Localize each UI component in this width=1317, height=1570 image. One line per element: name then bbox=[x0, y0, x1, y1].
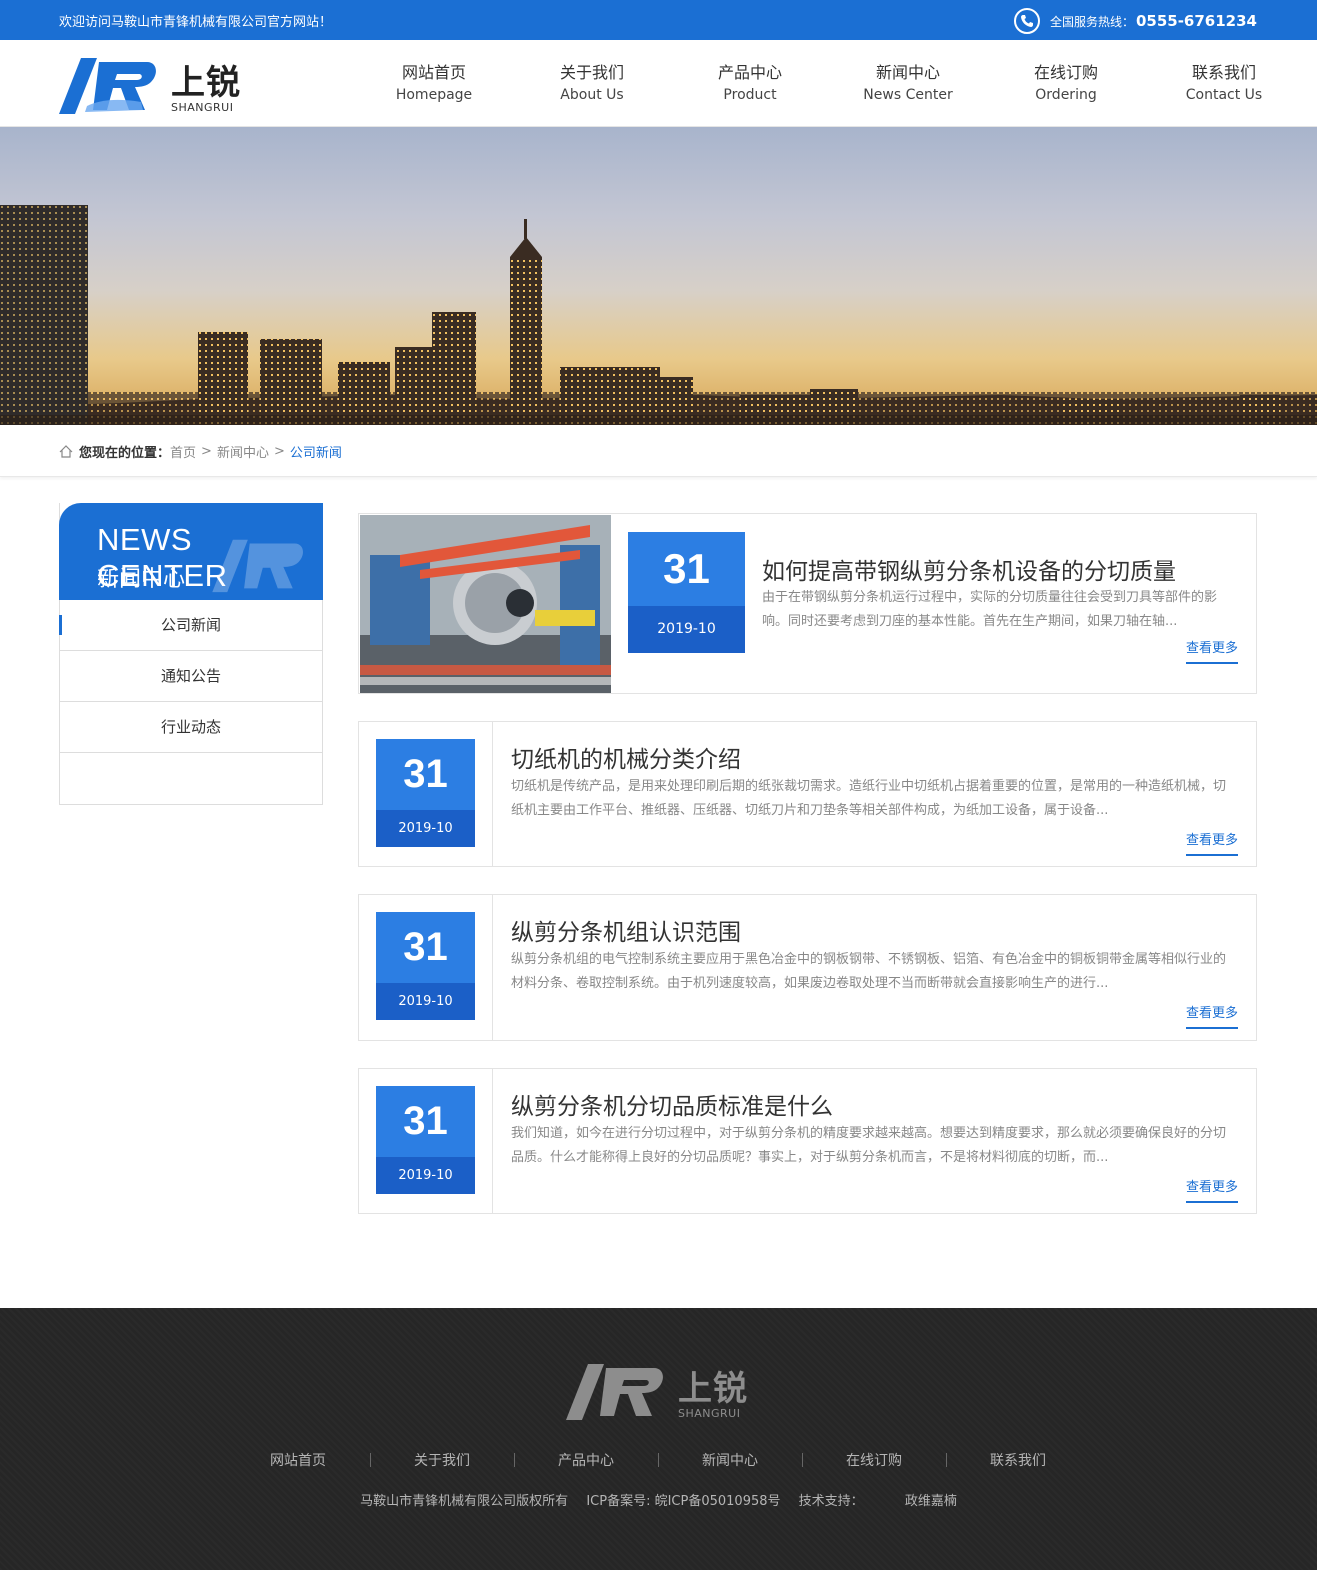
footer-logo-cn: 上锐 bbox=[678, 1369, 748, 1409]
nav-item-ordering[interactable]: 在线订购 Ordering bbox=[987, 62, 1145, 106]
welcome-text: 欢迎访问马鞍山市青锋机械有限公司官方网站！ bbox=[59, 15, 333, 30]
footer-nav-ordering[interactable]: 在线订购 bbox=[802, 1450, 946, 1470]
nav-item-news[interactable]: 新闻中心 News Center bbox=[829, 62, 987, 106]
nav-label-en: Product bbox=[723, 87, 777, 103]
news-summary: 纵剪分条机组的电气控制系统主要应用于黑色冶金中的钢板钢带、不锈钢板、铝箔、有色冶… bbox=[511, 952, 1227, 991]
breadcrumb-separator: > bbox=[201, 444, 212, 459]
nav-item-contact[interactable]: 联系我们 Contact Us bbox=[1145, 62, 1303, 106]
divider bbox=[492, 722, 493, 866]
nav-label-en: News Center bbox=[863, 87, 953, 103]
footer-nav-product[interactable]: 产品中心 bbox=[514, 1450, 658, 1470]
news-title[interactable]: 切纸机的机械分类介绍 bbox=[511, 740, 741, 774]
nav-item-about[interactable]: 关于我们 About Us bbox=[513, 62, 671, 106]
sidebar-header: NEWS CENTER 新闻中心 bbox=[59, 503, 323, 600]
nav-label-cn: 网站首页 bbox=[401, 63, 466, 82]
breadcrumb-home[interactable]: 首页 bbox=[170, 442, 196, 461]
news-title[interactable]: 纵剪分条机组认识范围 bbox=[511, 913, 741, 947]
news-date: 31 2019-10 bbox=[376, 912, 475, 1020]
sidebar-item-notices[interactable]: 通知公告 bbox=[60, 651, 322, 702]
news-thumbnail[interactable] bbox=[360, 515, 611, 693]
footer: 上锐 SHANGRUI 网站首页 关于我们 产品中心 新闻中心 在线订购 联系我… bbox=[0, 1308, 1317, 1570]
news-year-month: 2019-10 bbox=[376, 810, 475, 847]
footer-nav-about[interactable]: 关于我们 bbox=[370, 1450, 514, 1470]
news-day: 31 bbox=[376, 1086, 475, 1157]
footer-logo-mark bbox=[566, 1364, 663, 1420]
hotline-label: 全国服务热线： bbox=[1049, 14, 1134, 29]
nav-item-home[interactable]: 网站首页 Homepage bbox=[355, 62, 513, 106]
nav-label-cn: 产品中心 bbox=[717, 63, 782, 82]
logo-en: SHANGRUI bbox=[171, 101, 234, 114]
nav-label-cn: 关于我们 bbox=[559, 63, 624, 82]
banner-city-skyline bbox=[0, 127, 1317, 425]
footer-nav: 网站首页 关于我们 产品中心 新闻中心 在线订购 联系我们 bbox=[226, 1450, 1090, 1470]
icp-number[interactable]: ICP备案号: 皖ICP备05010958号 bbox=[586, 1494, 780, 1509]
copyright: 马鞍山市青锋机械有限公司版权所有 ICP备案号: 皖ICP备05010958号 … bbox=[0, 1490, 1317, 1509]
news-item[interactable]: 31 2019-10 纵剪分条机组认识范围 纵剪分条机组的电气控制系统主要应用于… bbox=[358, 894, 1257, 1041]
news-summary: 我们知道，如今在进行分切过程中，对于纵剪分条机的精度要求越来越高。想要达到精度要… bbox=[511, 1126, 1227, 1165]
support-name[interactable]: 政维嘉楠 bbox=[905, 1494, 957, 1509]
hotline-number: 0555-6761234 bbox=[1135, 12, 1257, 30]
read-more-link[interactable]: 查看更多 bbox=[1185, 1002, 1238, 1029]
home-icon[interactable] bbox=[59, 445, 73, 458]
breadcrumb-current[interactable]: 公司新闻 bbox=[290, 442, 342, 461]
news-day: 31 bbox=[376, 739, 475, 810]
news-day: 31 bbox=[628, 532, 745, 606]
news-title[interactable]: 如何提高带钢纵剪分条机设备的分切质量 bbox=[762, 552, 1176, 586]
news-date: 31 2019-10 bbox=[376, 739, 475, 847]
footer-nav-news[interactable]: 新闻中心 bbox=[658, 1450, 802, 1470]
logo-mark bbox=[59, 58, 156, 114]
copyright-text: 马鞍山市青锋机械有限公司版权所有 bbox=[360, 1494, 569, 1509]
news-year-month: 2019-10 bbox=[628, 606, 745, 653]
sidebar-item-industry[interactable]: 行业动态 bbox=[60, 702, 322, 753]
nav-label-en: About Us bbox=[560, 87, 624, 103]
logo[interactable]: 上锐 SHANGRUI bbox=[59, 54, 241, 116]
breadcrumb-news-center[interactable]: 新闻中心 bbox=[217, 442, 269, 461]
breadcrumb: 您现在的位置： 首页 > 新闻中心 > 公司新闻 bbox=[59, 442, 342, 461]
news-item[interactable]: 31 2019-10 纵剪分条机分切品质标准是什么 我们知道，如今在进行分切过程… bbox=[358, 1068, 1257, 1214]
news-summary: 切纸机是传统产品，是用来处理印刷后期的纸张裁切需求。造纸行业中切纸机占据着重要的… bbox=[511, 779, 1227, 818]
divider bbox=[492, 895, 493, 1040]
news-title[interactable]: 纵剪分条机分切品质标准是什么 bbox=[511, 1087, 833, 1121]
read-more-link[interactable]: 查看更多 bbox=[1185, 1176, 1238, 1203]
hotline: 全国服务热线： 0555-6761234 bbox=[1013, 8, 1257, 34]
divider bbox=[492, 1069, 493, 1213]
support-label: 技术支持： bbox=[798, 1494, 864, 1509]
read-more-link[interactable]: 查看更多 bbox=[1185, 637, 1238, 664]
breadcrumb-bar: 您现在的位置： 首页 > 新闻中心 > 公司新闻 bbox=[0, 425, 1317, 477]
nav-label-cn: 联系我们 bbox=[1191, 63, 1256, 82]
nav-label-en: Contact Us bbox=[1185, 87, 1263, 103]
read-more-link[interactable]: 查看更多 bbox=[1185, 829, 1238, 856]
news-item[interactable]: 31 2019-10 如何提高带钢纵剪分条机设备的分切质量 由于在带钢纵剪分条机… bbox=[358, 513, 1257, 694]
sidebar-title-cn: 新闻中心 bbox=[97, 567, 186, 592]
logo-cn: 上锐 bbox=[171, 63, 241, 103]
nav-item-product[interactable]: 产品中心 Product bbox=[671, 62, 829, 106]
phone-icon bbox=[1013, 8, 1040, 34]
main-nav: 网站首页 Homepage 关于我们 About Us 产品中心 Product… bbox=[355, 62, 1303, 106]
nav-label-en: Homepage bbox=[395, 87, 473, 103]
nav-label-en: Ordering bbox=[1035, 87, 1097, 103]
news-date: 31 2019-10 bbox=[376, 1086, 475, 1194]
sidebar-item-company-news[interactable]: 公司新闻 bbox=[59, 600, 322, 651]
footer-logo[interactable]: 上锐 SHANGRUI bbox=[566, 1360, 748, 1422]
footer-nav-home[interactable]: 网站首页 bbox=[226, 1450, 370, 1470]
footer-nav-contact[interactable]: 联系我们 bbox=[946, 1450, 1090, 1470]
news-item[interactable]: 31 2019-10 切纸机的机械分类介绍 切纸机是传统产品，是用来处理印刷后期… bbox=[358, 721, 1257, 867]
news-day: 31 bbox=[376, 912, 475, 983]
footer-logo-en: SHANGRUI bbox=[678, 1407, 741, 1420]
news-date: 31 2019-10 bbox=[628, 532, 745, 653]
top-bar: 欢迎访问马鞍山市青锋机械有限公司官方网站！ 全国服务热线： 0555-67612… bbox=[0, 0, 1317, 40]
breadcrumb-separator: > bbox=[273, 444, 285, 459]
nav-label-cn: 新闻中心 bbox=[875, 63, 940, 82]
news-summary: 由于在带钢纵剪分条机运行过程中，实际的分切质量往往会受到刀具等部件的影响。同时还… bbox=[762, 590, 1218, 629]
sidebar: NEWS CENTER 新闻中心 公司新闻 通知公告 行业动态 bbox=[59, 503, 323, 805]
nav-label-cn: 在线订购 bbox=[1033, 63, 1098, 82]
news-year-month: 2019-10 bbox=[376, 1157, 475, 1194]
breadcrumb-label: 您现在的位置： bbox=[79, 446, 171, 461]
news-year-month: 2019-10 bbox=[376, 983, 475, 1020]
header: 上锐 SHANGRUI 网站首页 Homepage 关于我们 About Us … bbox=[0, 40, 1317, 127]
